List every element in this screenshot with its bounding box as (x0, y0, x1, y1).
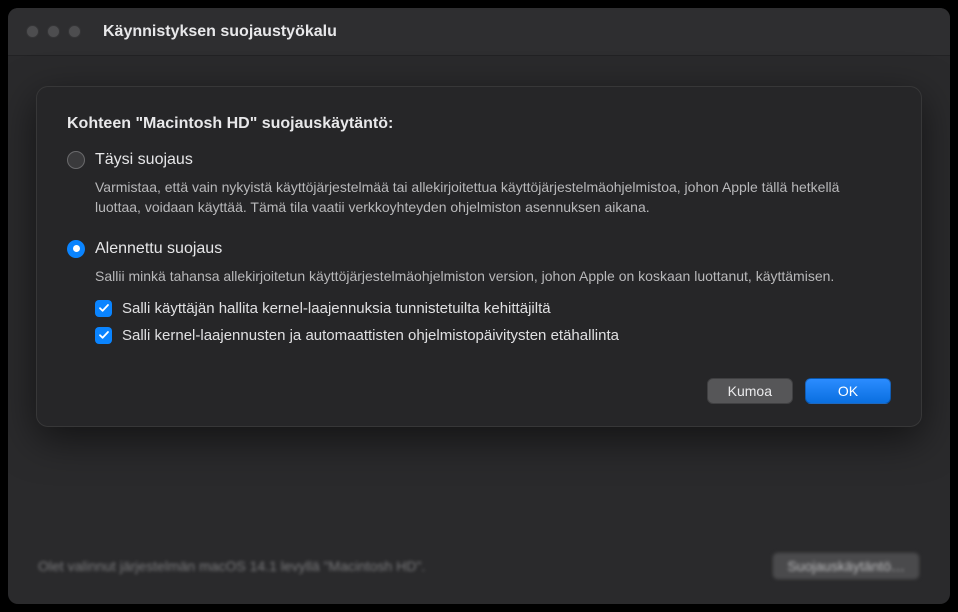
radio-button-icon (67, 240, 85, 258)
reduced-checkbox-group: Salli käyttäjän hallita kernel-laajennuk… (95, 300, 891, 344)
sheet-button-row: Kumoa OK (67, 378, 891, 404)
window-title: Käynnistyksen suojaustyökalu (103, 23, 337, 41)
cancel-button[interactable]: Kumoa (707, 378, 793, 404)
traffic-lights (26, 25, 81, 38)
security-policy-sheet: Kohteen "Macintosh HD" suojauskäytäntö: … (36, 86, 922, 427)
minimize-icon[interactable] (47, 25, 60, 38)
ok-button[interactable]: OK (805, 378, 891, 404)
security-policy-button[interactable]: Suojauskäytäntö… (772, 552, 920, 580)
titlebar: Käynnistyksen suojaustyökalu (8, 8, 950, 56)
close-icon[interactable] (26, 25, 39, 38)
main-window: Käynnistyksen suojaustyökalu Olet valinn… (8, 8, 950, 604)
checkbox-label-remote: Salli kernel-laajennusten ja automaattis… (122, 327, 619, 344)
radio-full-security[interactable]: Täysi suojaus (67, 151, 891, 169)
radio-label-full: Täysi suojaus (95, 151, 193, 169)
radio-desc-reduced: Sallii minkä tahansa allekirjoitetun käy… (95, 266, 891, 286)
radio-button-icon (67, 151, 85, 169)
radio-desc-full: Varmistaa, että vain nykyistä käyttöjärj… (95, 177, 891, 218)
radio-label-reduced: Alennettu suojaus (95, 240, 222, 258)
checkbox-label-kext: Salli käyttäjän hallita kernel-laajennuk… (122, 300, 551, 317)
checkbox-kernel-extensions[interactable]: Salli käyttäjän hallita kernel-laajennuk… (95, 300, 891, 317)
radio-item-full-security: Täysi suojaus Varmistaa, että vain nykyi… (67, 151, 891, 218)
checkbox-remote-management[interactable]: Salli kernel-laajennusten ja automaattis… (95, 327, 891, 344)
security-radio-group: Täysi suojaus Varmistaa, että vain nykyi… (67, 151, 891, 344)
radio-reduced-security[interactable]: Alennettu suojaus (67, 240, 891, 258)
zoom-icon[interactable] (68, 25, 81, 38)
checkbox-checked-icon (95, 327, 112, 344)
background-status-row: Olet valinnut järjestelmän macOS 14.1 le… (38, 552, 920, 580)
sheet-title: Kohteen "Macintosh HD" suojauskäytäntö: (67, 115, 891, 133)
radio-item-reduced-security: Alennettu suojaus Sallii minkä tahansa a… (67, 240, 891, 344)
checkbox-checked-icon (95, 300, 112, 317)
background-status-text: Olet valinnut järjestelmän macOS 14.1 le… (38, 558, 425, 574)
